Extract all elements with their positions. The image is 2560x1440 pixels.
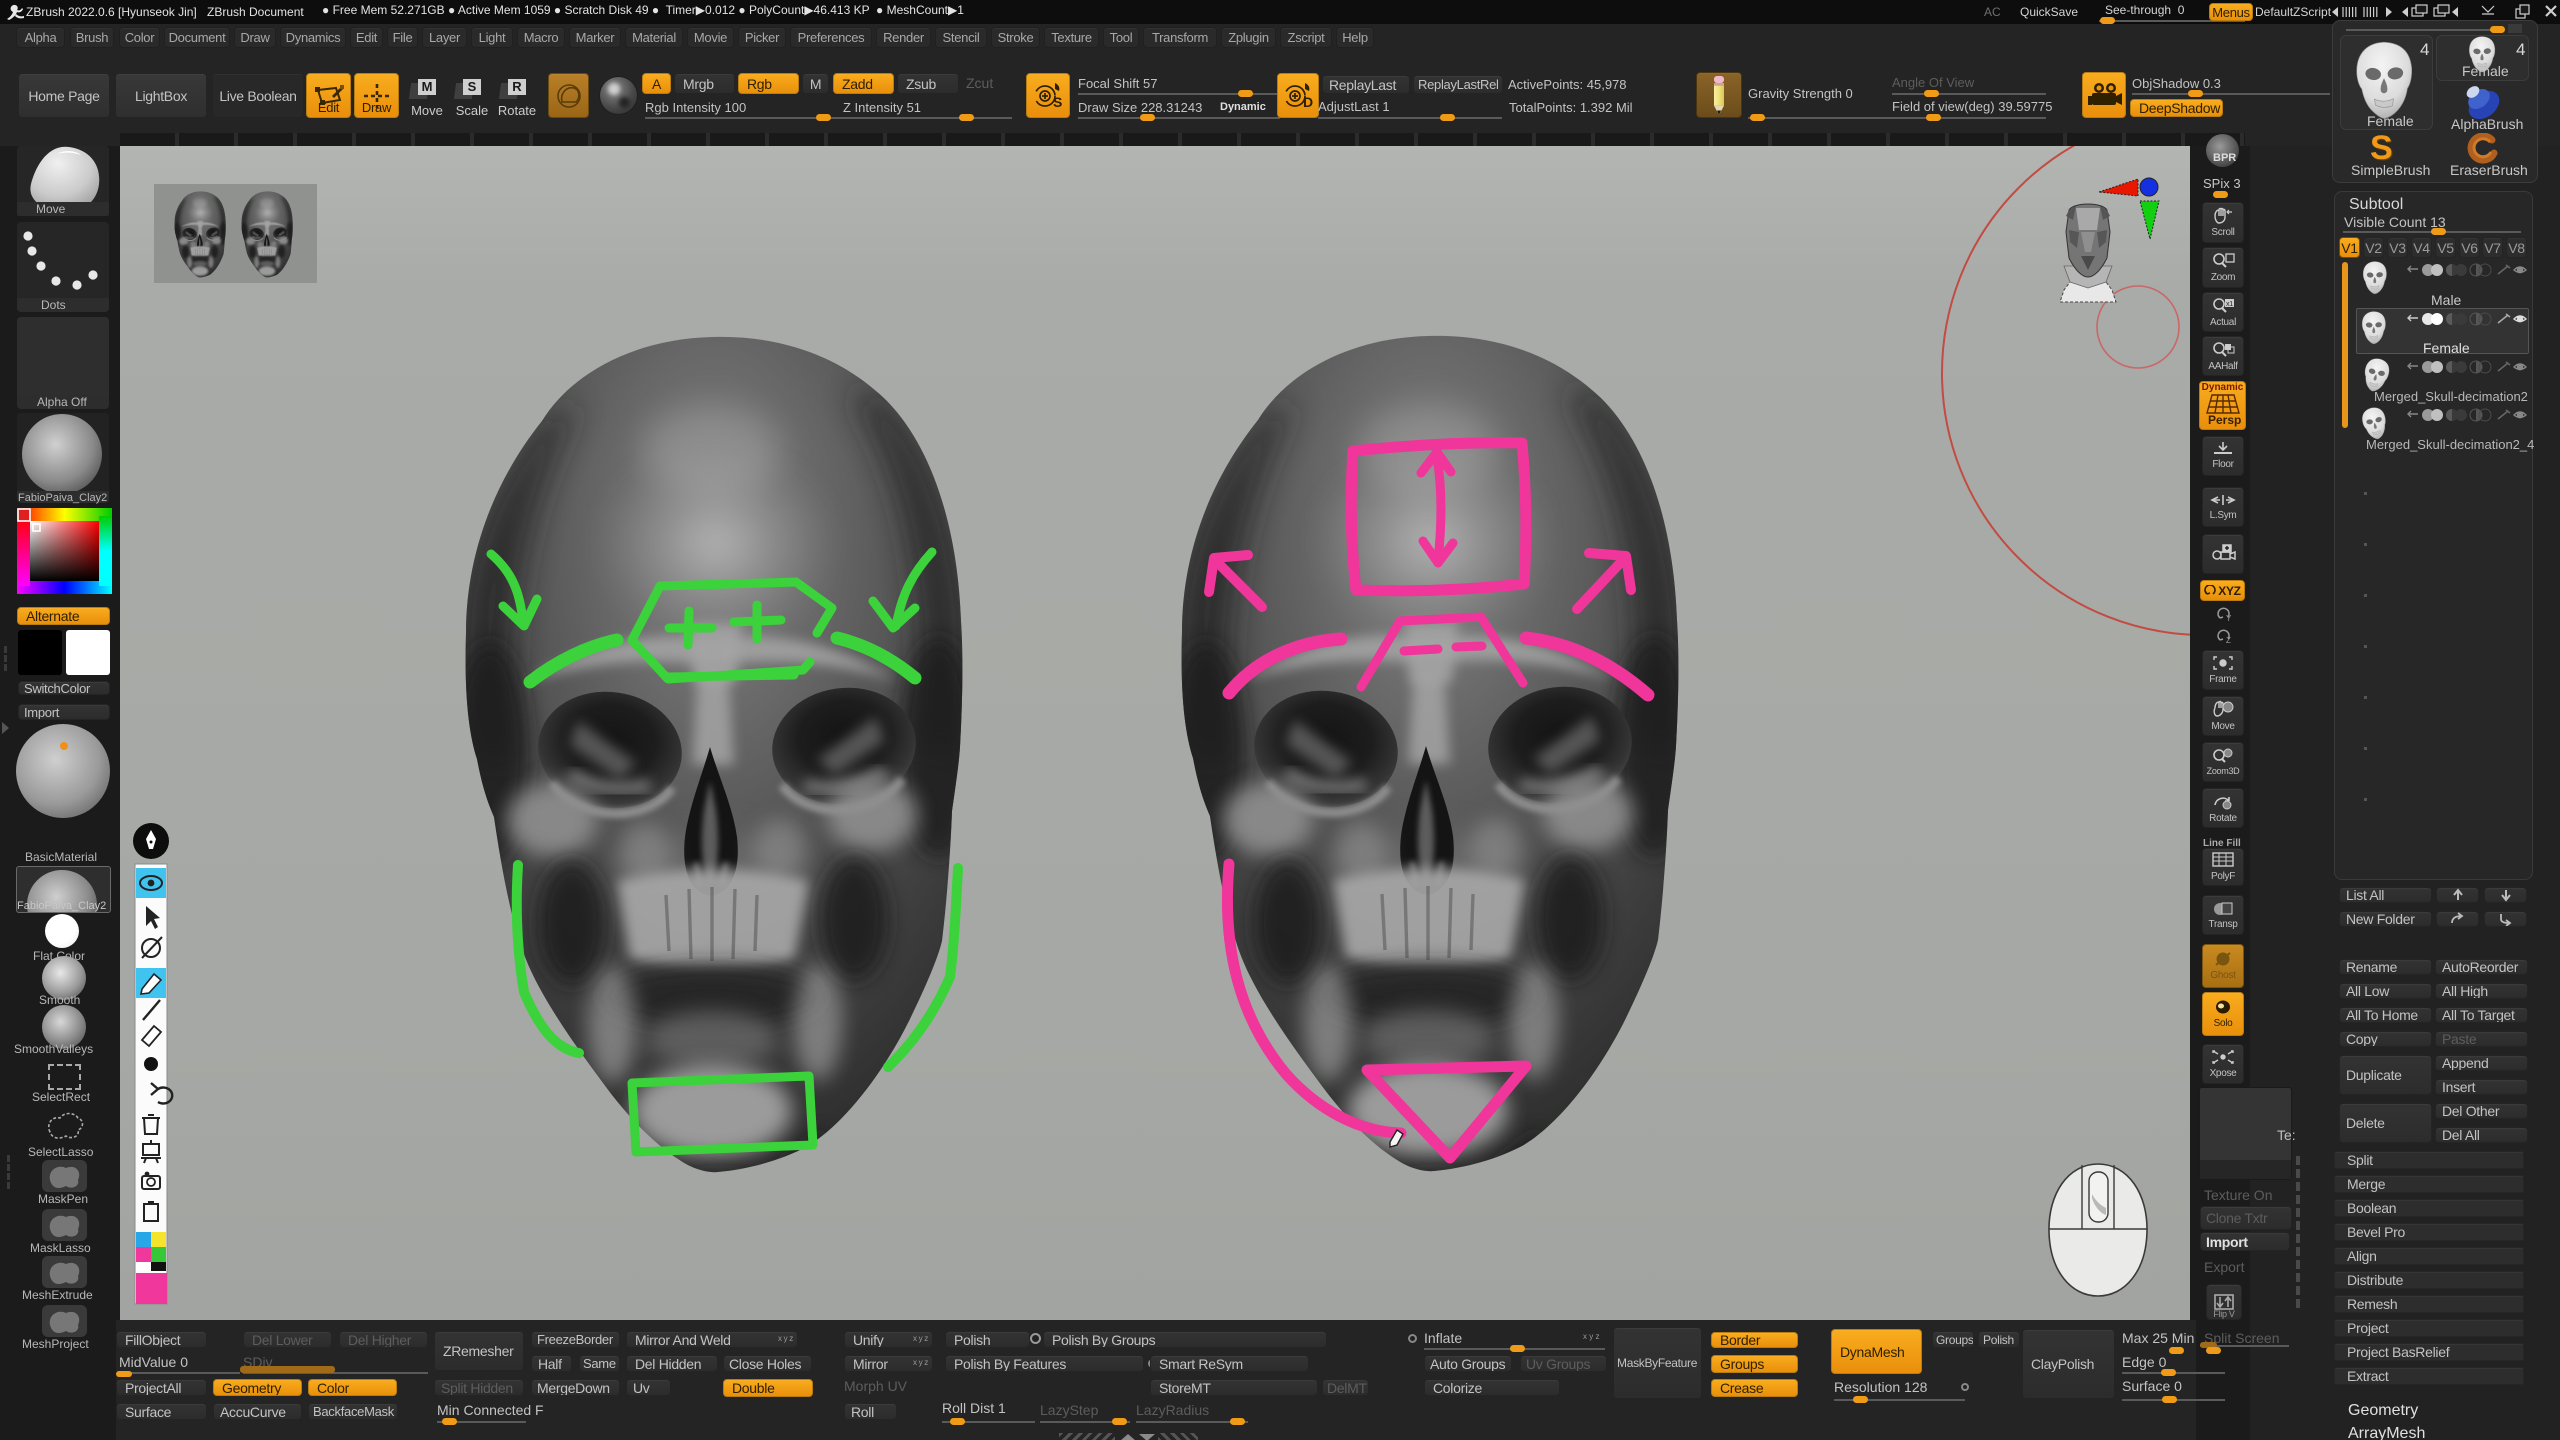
svg-text:x1: x1	[2226, 301, 2233, 308]
svg-text:D: D	[1303, 94, 1313, 110]
svg-text:Z: Z	[2226, 636, 2231, 644]
svg-text:S: S	[1053, 94, 1062, 110]
svg-text:Y: Y	[2226, 614, 2232, 622]
